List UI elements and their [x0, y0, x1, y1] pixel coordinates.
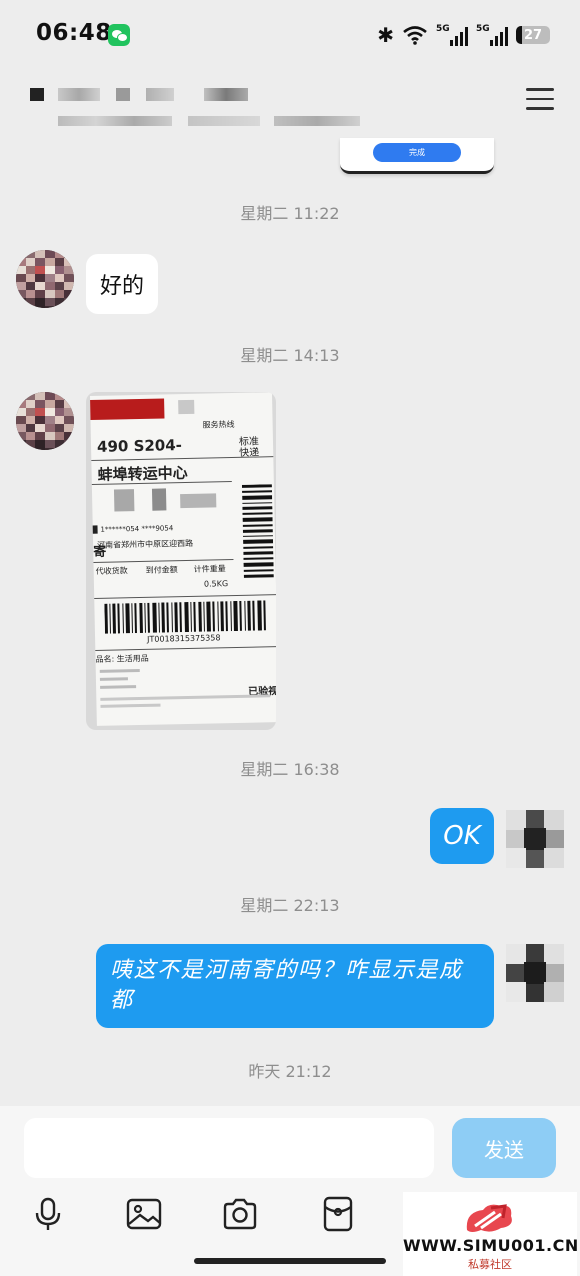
status-time: 06:48: [36, 20, 112, 46]
wechat-notification-icon: [108, 24, 130, 46]
status-bar: 06:48 ✱ 5G 5G 27: [0, 0, 580, 70]
message-bubble-received[interactable]: 好的: [86, 254, 159, 314]
timestamp: 星期二 16:38: [240, 760, 340, 779]
camera-icon[interactable]: [222, 1196, 258, 1232]
battery-icon: 27: [516, 26, 550, 44]
red-packet-icon[interactable]: [320, 1196, 356, 1232]
message-line: 咦这不是河南寄的吗？咋显示是成: [110, 958, 463, 983]
barcode-horizontal: [104, 600, 266, 634]
wifi-icon: [403, 26, 427, 45]
watermark-site: WWW.SIMU001.CN: [403, 1236, 579, 1255]
chat-header: [0, 70, 580, 140]
timestamp: 星期二 14:13: [240, 346, 340, 365]
courier-logo: [90, 398, 165, 420]
cell-signal-2-icon: 5G: [476, 24, 508, 46]
send-button[interactable]: 发送: [452, 1118, 556, 1178]
shipping-label-photo: 服务热线 490 S204- 标准 快递 蚌埠转运中心 ▉ 1******054…: [90, 392, 276, 726]
home-indicator[interactable]: [194, 1258, 386, 1264]
message-line: 都: [110, 988, 134, 1013]
contact-avatar[interactable]: [16, 250, 74, 308]
watermark-sub: 私募社区: [468, 1258, 512, 1271]
status-icons: ✱ 5G 5G 27: [377, 22, 550, 48]
microphone-icon[interactable]: [30, 1196, 66, 1232]
message-bubble-sent[interactable]: 咦这不是河南寄的吗？咋显示是成 都: [96, 944, 494, 1028]
message-input[interactable]: [24, 1118, 434, 1178]
cell-signal-1-icon: 5G: [436, 24, 468, 46]
menu-button[interactable]: [526, 88, 554, 112]
message-bubble-sent[interactable]: OK: [430, 808, 494, 864]
watermark-logo-icon: [466, 1204, 512, 1232]
image-icon[interactable]: [126, 1196, 162, 1232]
image-message-shipping-label[interactable]: 服务热线 490 S204- 标准 快递 蚌埠转运中心 ▉ 1******054…: [86, 392, 276, 730]
bluetooth-icon: ✱: [377, 23, 394, 47]
contact-avatar[interactable]: [16, 392, 74, 450]
overlay-card: 完成: [340, 138, 494, 174]
timestamp: 昨天 21:12: [248, 1062, 332, 1081]
my-avatar[interactable]: [506, 810, 564, 868]
timestamp: 星期二 22:13: [240, 896, 340, 915]
done-button[interactable]: 完成: [373, 143, 461, 162]
watermark: WWW.SIMU001.CN 私募社区: [403, 1192, 579, 1276]
timestamp: 星期二 11:22: [240, 204, 340, 223]
barcode-vertical: [241, 484, 274, 578]
my-avatar[interactable]: [506, 944, 564, 1002]
